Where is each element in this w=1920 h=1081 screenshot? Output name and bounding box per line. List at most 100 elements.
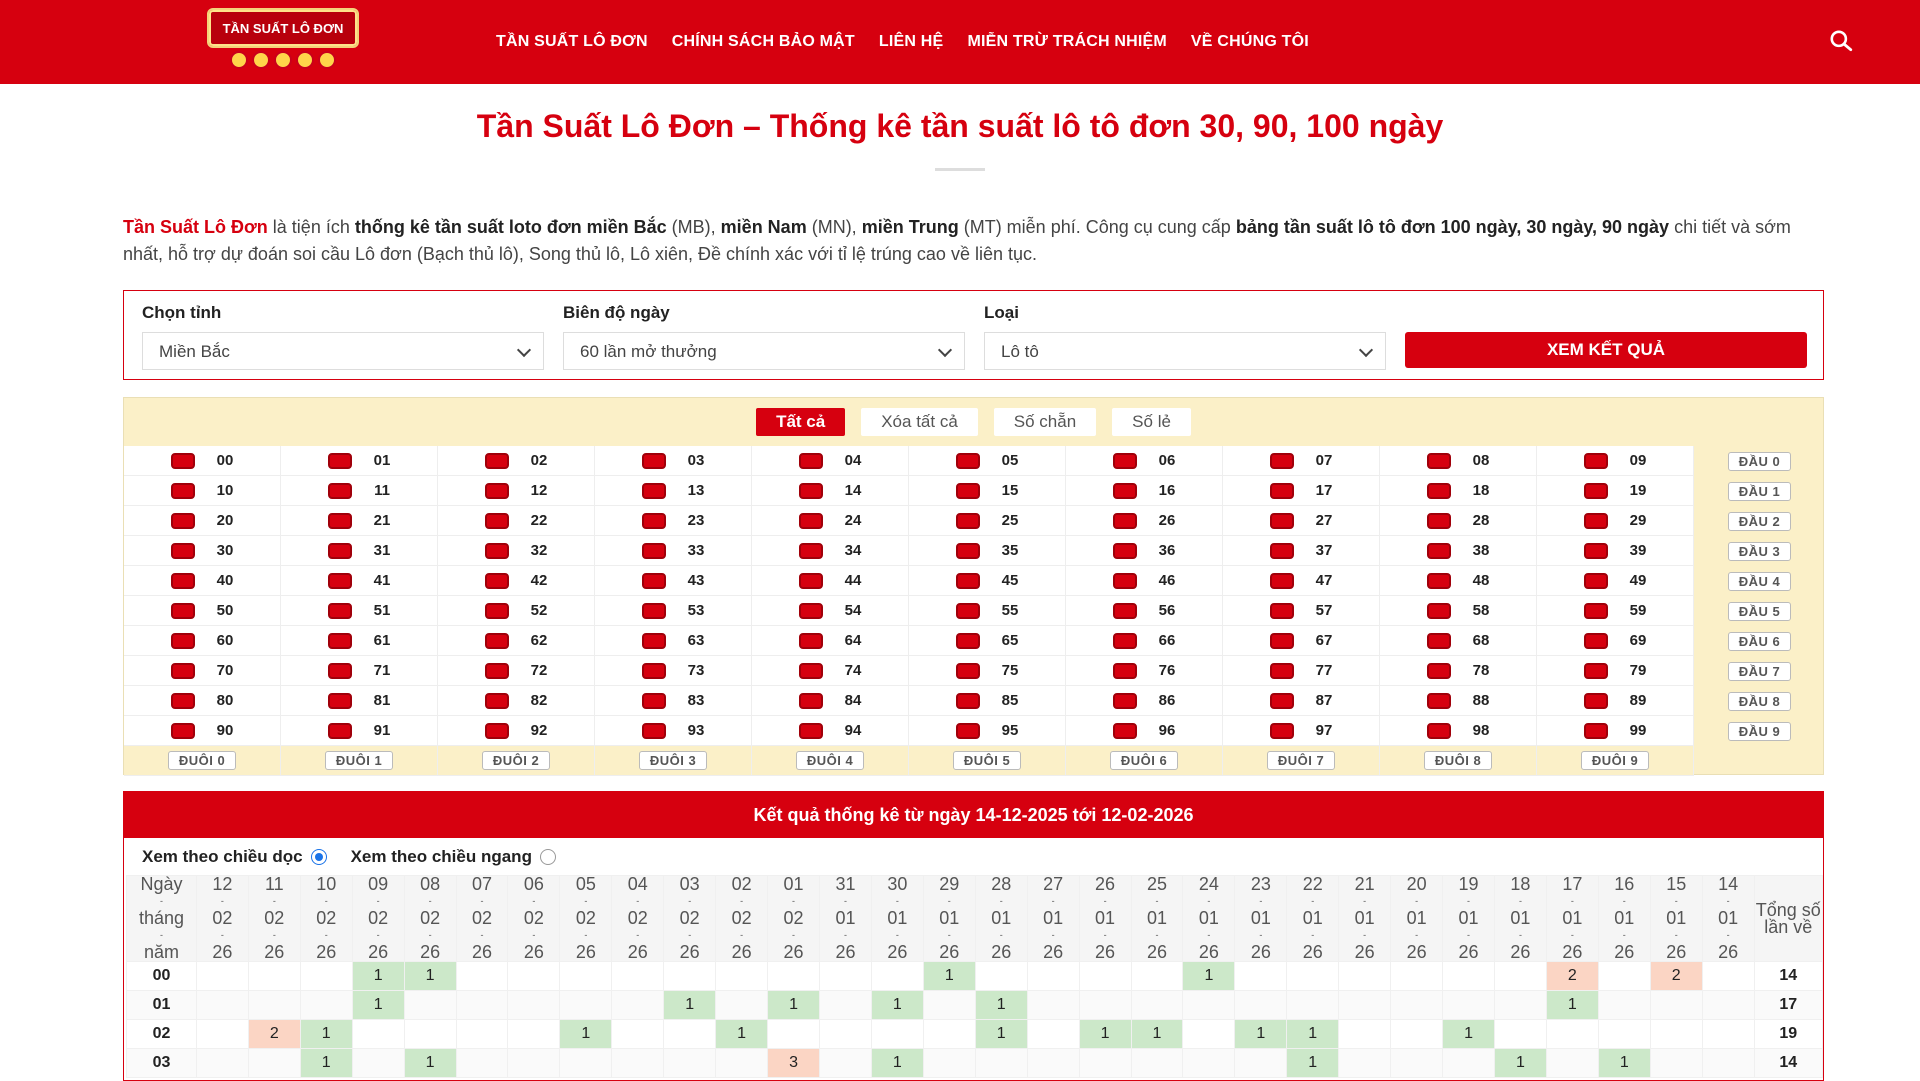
number-checkbox-41[interactable]: 41: [281, 566, 438, 596]
type-select[interactable]: Lô tô: [984, 332, 1386, 370]
number-checkbox-34[interactable]: 34: [752, 536, 909, 566]
range-select[interactable]: 60 lần mở thưởng: [563, 332, 965, 370]
number-checkbox-54[interactable]: 54: [752, 596, 909, 626]
number-checkbox-65[interactable]: 65: [909, 626, 1066, 656]
number-checkbox-17[interactable]: 17: [1223, 476, 1380, 506]
number-checkbox-97[interactable]: 97: [1223, 716, 1380, 746]
number-checkbox-48[interactable]: 48: [1380, 566, 1537, 596]
number-checkbox-28[interactable]: 28: [1380, 506, 1537, 536]
number-checkbox-85[interactable]: 85: [909, 686, 1066, 716]
radio-horizontal[interactable]: Xem theo chiều ngang: [351, 847, 556, 867]
number-checkbox-72[interactable]: 72: [438, 656, 595, 686]
number-checkbox-26[interactable]: 26: [1066, 506, 1223, 536]
number-checkbox-93[interactable]: 93: [595, 716, 752, 746]
number-checkbox-36[interactable]: 36: [1066, 536, 1223, 566]
number-checkbox-12[interactable]: 12: [438, 476, 595, 506]
number-checkbox-71[interactable]: 71: [281, 656, 438, 686]
number-checkbox-98[interactable]: 98: [1380, 716, 1537, 746]
number-checkbox-87[interactable]: 87: [1223, 686, 1380, 716]
number-checkbox-47[interactable]: 47: [1223, 566, 1380, 596]
number-checkbox-94[interactable]: 94: [752, 716, 909, 746]
number-checkbox-68[interactable]: 68: [1380, 626, 1537, 656]
number-checkbox-58[interactable]: 58: [1380, 596, 1537, 626]
province-select[interactable]: Miền Bắc: [142, 332, 544, 370]
number-checkbox-21[interactable]: 21: [281, 506, 438, 536]
number-checkbox-22[interactable]: 22: [438, 506, 595, 536]
submit-button[interactable]: XEM KẾT QUẢ: [1405, 332, 1807, 368]
dau-button-2[interactable]: ĐẦU 2: [1727, 511, 1792, 531]
number-checkbox-39[interactable]: 39: [1537, 536, 1694, 566]
site-logo[interactable]: TẦN SUẤT LÔ ĐƠN: [204, 8, 362, 72]
number-checkbox-07[interactable]: 07: [1223, 446, 1380, 476]
duoi-button-2[interactable]: ĐUÔI 2: [481, 751, 551, 770]
number-checkbox-64[interactable]: 64: [752, 626, 909, 656]
number-checkbox-86[interactable]: 86: [1066, 686, 1223, 716]
nav-chinh-sach-bao-mat[interactable]: CHÍNH SÁCH BẢO MẬT: [672, 33, 855, 51]
number-checkbox-92[interactable]: 92: [438, 716, 595, 746]
number-checkbox-08[interactable]: 08: [1380, 446, 1537, 476]
number-checkbox-91[interactable]: 91: [281, 716, 438, 746]
duoi-button-3[interactable]: ĐUÔI 3: [638, 751, 708, 770]
tab-all[interactable]: Tất cả: [756, 408, 846, 436]
dau-button-1[interactable]: ĐẦU 1: [1727, 481, 1792, 501]
number-checkbox-13[interactable]: 13: [595, 476, 752, 506]
number-checkbox-35[interactable]: 35: [909, 536, 1066, 566]
number-checkbox-31[interactable]: 31: [281, 536, 438, 566]
number-checkbox-33[interactable]: 33: [595, 536, 752, 566]
number-checkbox-96[interactable]: 96: [1066, 716, 1223, 746]
number-checkbox-15[interactable]: 15: [909, 476, 1066, 506]
number-checkbox-49[interactable]: 49: [1537, 566, 1694, 596]
number-checkbox-05[interactable]: 05: [909, 446, 1066, 476]
duoi-button-8[interactable]: ĐUÔI 8: [1423, 751, 1493, 770]
dau-button-5[interactable]: ĐẦU 5: [1727, 601, 1792, 621]
number-checkbox-38[interactable]: 38: [1380, 536, 1537, 566]
number-checkbox-37[interactable]: 37: [1223, 536, 1380, 566]
number-checkbox-90[interactable]: 90: [124, 716, 281, 746]
nav-tan-suat-lo-don[interactable]: TẦN SUẤT LÔ ĐƠN: [496, 33, 648, 51]
duoi-button-9[interactable]: ĐUÔI 9: [1580, 751, 1650, 770]
number-checkbox-00[interactable]: 00: [124, 446, 281, 476]
number-checkbox-62[interactable]: 62: [438, 626, 595, 656]
number-checkbox-79[interactable]: 79: [1537, 656, 1694, 686]
number-checkbox-19[interactable]: 19: [1537, 476, 1694, 506]
duoi-button-6[interactable]: ĐUÔI 6: [1109, 751, 1179, 770]
number-checkbox-10[interactable]: 10: [124, 476, 281, 506]
number-checkbox-56[interactable]: 56: [1066, 596, 1223, 626]
number-checkbox-02[interactable]: 02: [438, 446, 595, 476]
nav-ve-chung-toi[interactable]: VỀ CHÚNG TÔI: [1191, 33, 1309, 51]
radio-checked-icon[interactable]: [310, 849, 327, 866]
number-checkbox-11[interactable]: 11: [281, 476, 438, 506]
number-checkbox-77[interactable]: 77: [1223, 656, 1380, 686]
dau-button-8[interactable]: ĐẦU 8: [1727, 691, 1792, 711]
nav-mien-tru-trach-nhiem[interactable]: MIỄN TRỪ TRÁCH NHIỆM: [967, 33, 1166, 51]
number-checkbox-04[interactable]: 04: [752, 446, 909, 476]
number-checkbox-66[interactable]: 66: [1066, 626, 1223, 656]
number-checkbox-99[interactable]: 99: [1537, 716, 1694, 746]
nav-lien-he[interactable]: LIÊN HỆ: [879, 33, 944, 51]
dau-button-0[interactable]: ĐẦU 0: [1727, 451, 1792, 471]
number-checkbox-40[interactable]: 40: [124, 566, 281, 596]
number-checkbox-76[interactable]: 76: [1066, 656, 1223, 686]
number-checkbox-20[interactable]: 20: [124, 506, 281, 536]
number-checkbox-67[interactable]: 67: [1223, 626, 1380, 656]
number-checkbox-55[interactable]: 55: [909, 596, 1066, 626]
number-checkbox-42[interactable]: 42: [438, 566, 595, 596]
duoi-button-0[interactable]: ĐUÔI 0: [167, 751, 237, 770]
number-checkbox-01[interactable]: 01: [281, 446, 438, 476]
dau-button-7[interactable]: ĐẦU 7: [1727, 661, 1792, 681]
number-checkbox-95[interactable]: 95: [909, 716, 1066, 746]
duoi-button-4[interactable]: ĐUÔI 4: [795, 751, 865, 770]
tab-even[interactable]: Số chẵn: [993, 408, 1097, 436]
number-checkbox-84[interactable]: 84: [752, 686, 909, 716]
number-checkbox-52[interactable]: 52: [438, 596, 595, 626]
number-checkbox-73[interactable]: 73: [595, 656, 752, 686]
number-checkbox-59[interactable]: 59: [1537, 596, 1694, 626]
number-checkbox-50[interactable]: 50: [124, 596, 281, 626]
number-checkbox-25[interactable]: 25: [909, 506, 1066, 536]
number-checkbox-75[interactable]: 75: [909, 656, 1066, 686]
number-checkbox-63[interactable]: 63: [595, 626, 752, 656]
dau-button-4[interactable]: ĐẦU 4: [1727, 571, 1792, 591]
radio-unchecked-icon[interactable]: [539, 849, 556, 866]
number-checkbox-16[interactable]: 16: [1066, 476, 1223, 506]
number-checkbox-24[interactable]: 24: [752, 506, 909, 536]
